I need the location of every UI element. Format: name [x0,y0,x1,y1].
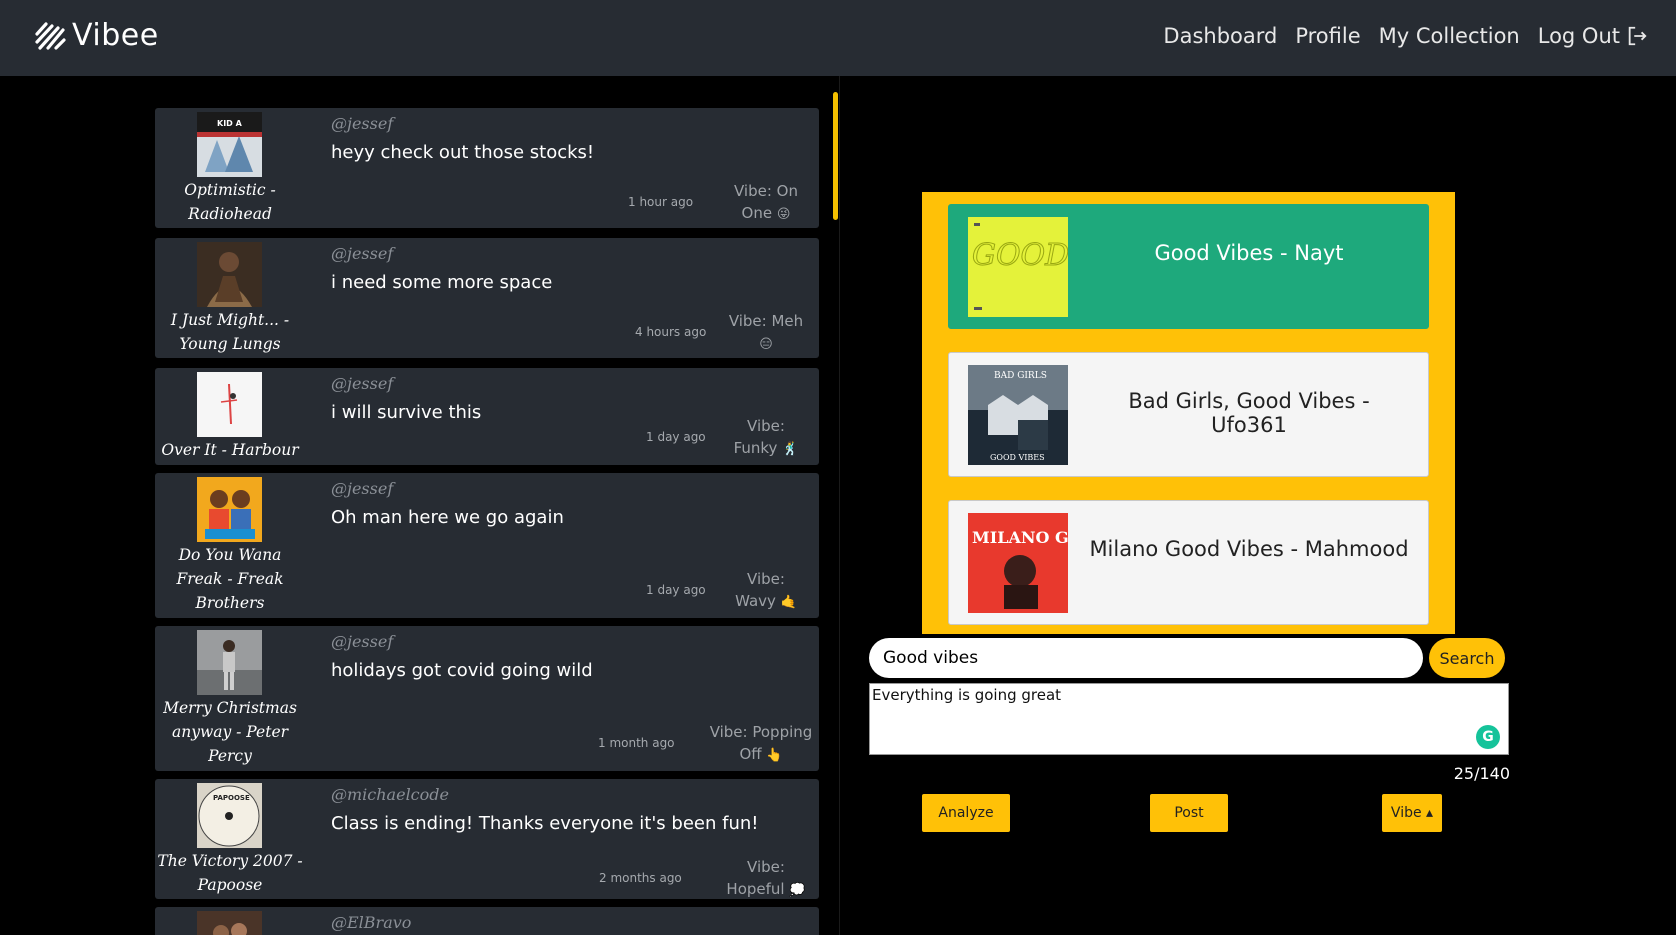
post-message: Class is ending! Thanks everyone it's be… [331,813,759,834]
post-username[interactable]: @jessef [331,114,393,133]
song-search-input[interactable] [869,638,1423,678]
song-title: Over It - Harbour [161,441,299,459]
vibe-emoji: 🕺 [782,442,799,457]
brand-logo-icon [35,21,66,50]
nav-collection-link[interactable]: My Collection [1379,24,1520,48]
post-textarea[interactable]: Everything is going great [869,683,1509,755]
vibe-emoji: 💭 [789,883,806,898]
post-feed[interactable]: KID A Optimistic - Radiohead @jessef heyy… [155,108,819,935]
cover-text: PAPOOSE [213,794,250,802]
nav-logout-link[interactable]: Log Out [1538,24,1648,48]
album-cover [197,630,262,695]
post-username[interactable]: @jessef [331,374,393,393]
post-time: 4 hours ago [635,325,707,339]
vibe-dropdown-button[interactable]: Vibe ▴ [1382,794,1442,832]
song-title: Merry Christmas anyway - Peter Percy [163,699,297,765]
search-result[interactable]: MILANO GOOD VIBES Milano Good Vibes - Ma… [948,500,1429,625]
panel-divider [839,76,840,935]
feed-scrollbar[interactable] [833,92,838,220]
album-cover [197,911,262,935]
post-time: 1 day ago [646,583,706,597]
song-title: Do You Wana Freak - Freak Brothers [176,546,284,612]
search-button[interactable]: Search [1429,638,1505,678]
result-title: Milano Good Vibes - Mahmood [1089,537,1409,561]
post-vibe: Vibe: Funky 🕺 [733,417,799,457]
cover-text: MILANO GOOD VIBES [972,528,1068,547]
post-username[interactable]: @jessef [331,632,393,651]
album-cover: KID A [197,112,262,177]
song-title: I Just Might... - Young Lungs [170,311,290,353]
post-username[interactable]: @jessef [331,479,393,498]
post-vibe: Vibe: Hopeful 💭 [726,858,806,898]
album-cover [197,242,262,307]
search-result[interactable]: BAD GIRLS GOOD VIBES Bad Girls, Good Vib… [948,352,1429,477]
post-card[interactable]: Over It - Harbour @jessef i will survive… [155,368,819,465]
song-title: The Victory 2007 - Papoose [157,852,303,894]
post-username[interactable]: @michaelcode [331,785,449,804]
nav-links: Dashboard Profile My Collection Log Out [1163,24,1648,48]
grammarly-icon[interactable]: G [1476,725,1500,749]
brand-name: Vibee [72,18,159,53]
search-results-panel: GOOD VIBES Good Vibes - Nayt BAD GIRLS G… [922,192,1455,634]
post-vibe: Vibe: Meh 😑 [728,312,804,352]
album-cover: PAPOOSE [197,783,262,848]
brand[interactable]: Vibee [34,18,159,53]
logout-icon [1628,26,1647,46]
post-message: heyy check out those stocks! [331,142,595,163]
post-vibe: Vibe: Popping Off 👆 [709,723,813,763]
post-time: 1 hour ago [628,195,694,209]
result-cover: BAD GIRLS GOOD VIBES [968,365,1068,465]
search-result[interactable]: GOOD VIBES Good Vibes - Nayt [948,204,1429,329]
analyze-button[interactable]: Analyze [922,794,1010,832]
cover-text: GOOD VIBES [990,453,1045,462]
logout-label: Log Out [1537,24,1620,48]
post-message: i will survive this [331,402,482,423]
nav-dashboard-link[interactable]: Dashboard [1163,24,1277,48]
post-button[interactable]: Post [1150,794,1228,832]
post-card[interactable]: @ElBravo [155,907,819,935]
vibe-emoji: 😜 [776,207,791,222]
vibe-emoji: 😑 [759,337,773,352]
post-card[interactable]: Merry Christmas anyway - Peter Percy @jess… [155,626,819,771]
post-message: holidays got covid going wild [331,660,593,681]
post-time: 1 month ago [598,736,675,750]
post-vibe: Vibe: On One 😜 [734,182,798,222]
post-username[interactable]: @ElBravo [331,913,411,932]
result-cover: MILANO GOOD VIBES [968,513,1068,613]
post-username[interactable]: @jessef [331,244,393,263]
vibe-emoji: 🤙 [780,595,797,610]
result-title: Bad Girls, Good Vibes - Ufo361 [1128,389,1370,437]
post-vibe: Vibe: Wavy 🤙 [735,570,797,610]
post-message: Oh man here we go again [331,507,564,528]
cover-text: BAD GIRLS [994,371,1047,381]
post-card[interactable]: PAPOOSE The Victory 2007 - Papoose @micha… [155,779,819,899]
cover-text: KID A [217,119,243,128]
vibe-emoji: 👆 [766,748,783,763]
post-card[interactable]: KID A Optimistic - Radiohead @jessef heyy… [155,108,819,228]
song-title: Optimistic - Radiohead [184,181,276,223]
nav-profile-link[interactable]: Profile [1295,24,1360,48]
post-message: i need some more space [331,272,553,293]
result-title: Good Vibes - Nayt [1154,241,1344,265]
post-card[interactable]: I Just Might... - Young Lungs @jessef i n… [155,238,819,358]
post-time: 1 day ago [646,430,706,444]
navbar: Vibee Dashboard Profile My Collection Lo… [0,0,1676,76]
album-cover [197,477,262,542]
post-card[interactable]: Do You Wana Freak - Freak Brothers @jessef… [155,473,819,618]
result-cover: GOOD VIBES [968,217,1068,317]
album-cover [197,372,262,437]
cover-text: GOOD VIBES [972,238,1068,273]
post-time: 2 months ago [599,871,682,885]
char-counter: 25/140 [1453,764,1510,783]
